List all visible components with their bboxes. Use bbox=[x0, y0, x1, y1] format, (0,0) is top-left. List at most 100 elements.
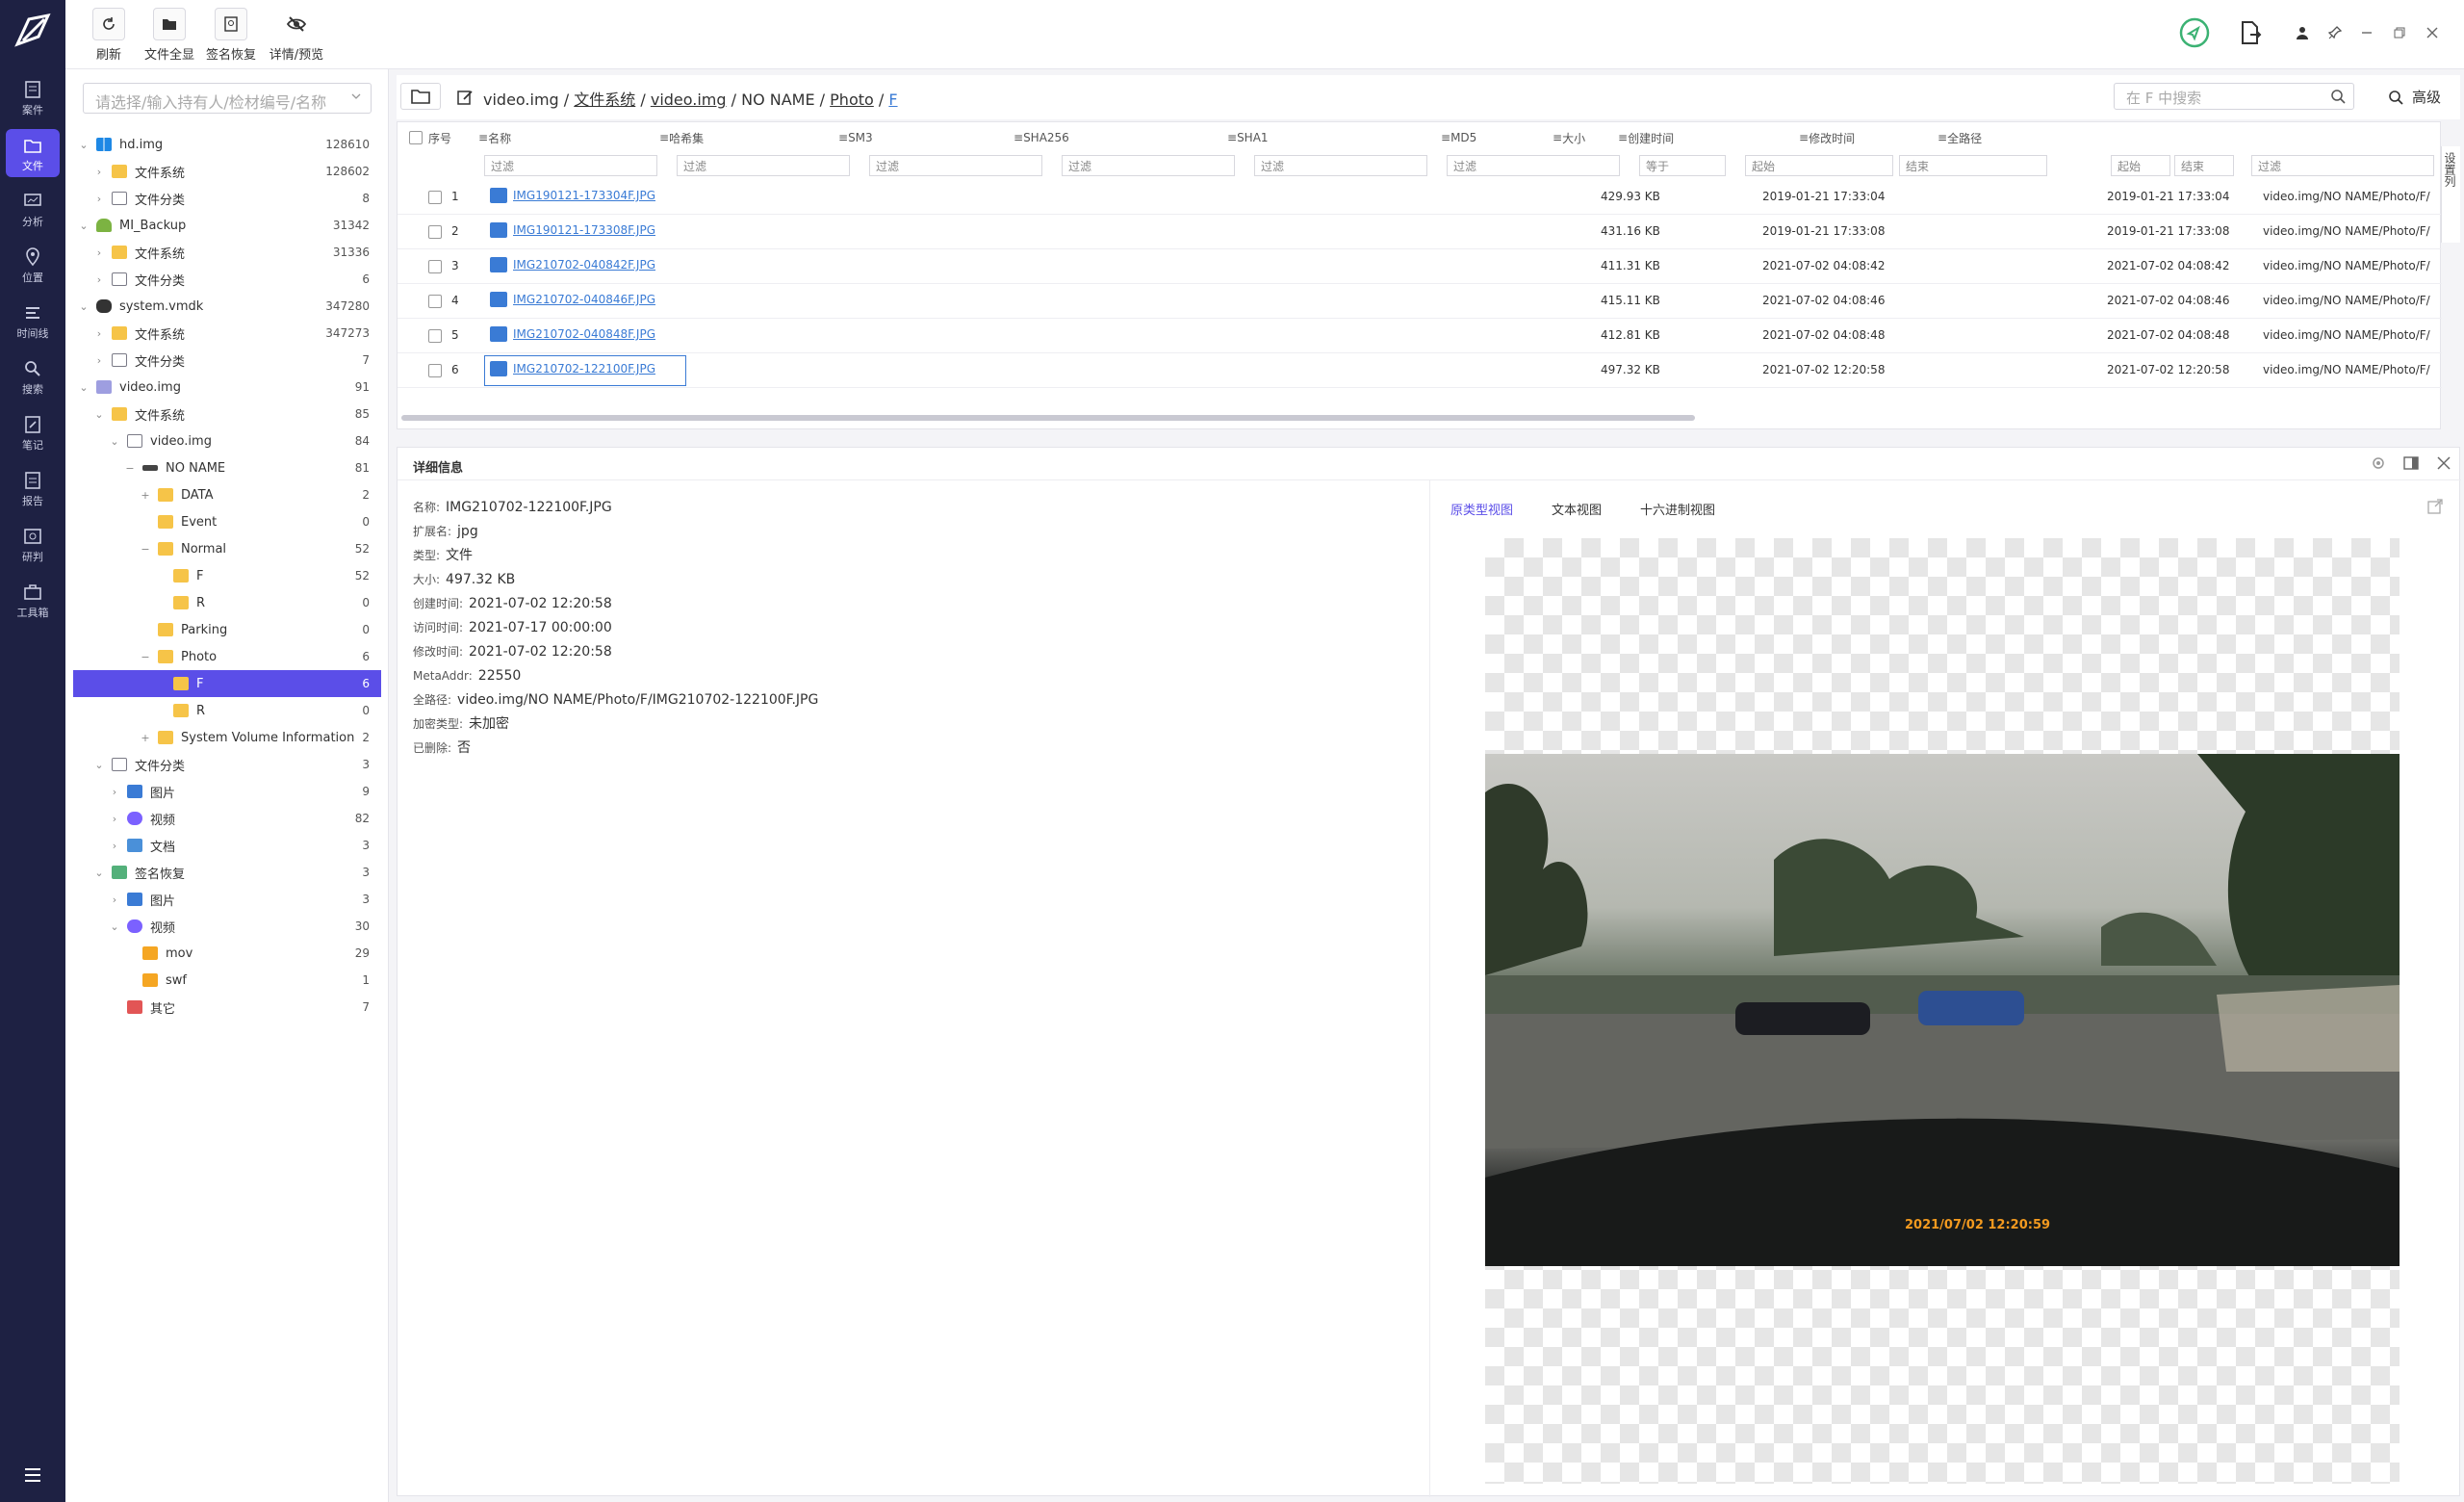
tree-toggle-icon[interactable]: › bbox=[92, 272, 106, 286]
tree-toggle-icon[interactable]: ⌄ bbox=[92, 407, 106, 421]
column-filter-input[interactable]: 结束 bbox=[1899, 155, 2047, 176]
table-row[interactable]: 1 IMG190121-173304F.JPG 429.93 KB 2019-01-2… bbox=[398, 180, 2442, 215]
tree-toggle-icon[interactable]: ⌄ bbox=[108, 434, 121, 448]
tree-node[interactable]: › 文件系统 128602 bbox=[73, 158, 381, 185]
close-window-icon[interactable] bbox=[2426, 26, 2439, 39]
show-all-files-button[interactable]: 文件全显 bbox=[135, 8, 204, 65]
advanced-search-button[interactable]: 高级 bbox=[2388, 87, 2441, 107]
tree-toggle-icon[interactable]: ⌄ bbox=[77, 380, 90, 394]
open-external-icon[interactable] bbox=[2426, 498, 2444, 515]
tree-toggle-icon[interactable]: › bbox=[108, 839, 121, 852]
row-checkbox[interactable] bbox=[428, 295, 442, 308]
tree-node[interactable]: › 文件分类 6 bbox=[73, 266, 381, 293]
column-filter-input[interactable]: 等于 bbox=[1639, 155, 1726, 176]
file-name-link[interactable]: IMG190121-173308F.JPG bbox=[490, 222, 655, 238]
tree-toggle-icon[interactable]: › bbox=[108, 812, 121, 825]
col-fullpath-header[interactable]: ≡ 全路径 bbox=[1938, 122, 1982, 153]
table-row[interactable]: 6 IMG210702-122100F.JPG 497.32 KB 2021-07-0… bbox=[398, 353, 2442, 388]
nav-toolbox[interactable]: 工具箱 bbox=[6, 576, 60, 624]
file-name-link[interactable]: IMG210702-040842F.JPG bbox=[490, 257, 655, 272]
tree-toggle-icon[interactable]: − bbox=[139, 542, 152, 556]
nav-location[interactable]: 位置 bbox=[6, 241, 60, 289]
breadcrumb-segment[interactable]: NO NAME bbox=[741, 91, 814, 109]
breadcrumb-segment[interactable]: 文件系统 bbox=[574, 91, 635, 109]
nav-file[interactable]: 文件 bbox=[6, 129, 60, 177]
select-all-checkbox[interactable] bbox=[409, 131, 423, 144]
tree-node[interactable]: ⌄ 视频 30 bbox=[73, 913, 381, 940]
column-filter-input[interactable]: 起始 bbox=[2111, 155, 2170, 176]
breadcrumb-segment[interactable]: Photo bbox=[830, 91, 874, 109]
tree-node[interactable]: ⌄ hd.img 128610 bbox=[73, 131, 381, 158]
tree-node[interactable]: + System Volume Information 2 bbox=[73, 724, 381, 751]
table-row[interactable]: 4 IMG210702-040846F.JPG 415.11 KB 2021-07-0… bbox=[398, 284, 2442, 319]
nav-case[interactable]: 案件 bbox=[6, 73, 60, 121]
tree-node[interactable]: − NO NAME 81 bbox=[73, 454, 381, 481]
tree-node[interactable]: Event 0 bbox=[73, 508, 381, 535]
breadcrumb-segment[interactable]: video.img bbox=[651, 91, 727, 109]
col-md5-header[interactable]: ≡ MD5 bbox=[1441, 122, 1476, 153]
restore-icon[interactable] bbox=[2393, 26, 2406, 39]
detail-preview-button[interactable]: 详情/预览 bbox=[256, 8, 337, 65]
column-filter-input[interactable]: 过滤 bbox=[484, 155, 657, 176]
tree-node[interactable]: + DATA 2 bbox=[73, 481, 381, 508]
hamburger-menu-icon[interactable] bbox=[21, 1463, 44, 1487]
tree-toggle-icon[interactable]: ⌄ bbox=[92, 758, 106, 771]
pin-icon[interactable] bbox=[2327, 25, 2343, 40]
col-sha256-header[interactable]: ≡ SHA256 bbox=[1014, 122, 1069, 153]
edit-path-icon[interactable] bbox=[456, 89, 474, 106]
close-icon[interactable] bbox=[2436, 455, 2451, 471]
row-checkbox[interactable] bbox=[428, 191, 442, 204]
tree-node[interactable]: mov 29 bbox=[73, 940, 381, 967]
nav-analysis[interactable]: 分析 bbox=[6, 185, 60, 233]
breadcrumb-segment[interactable]: video.img bbox=[483, 91, 559, 109]
tree-node[interactable]: › 文件分类 8 bbox=[73, 185, 381, 212]
evidence-search-input[interactable]: 请选择/输入持有人/检材编号/名称 bbox=[83, 83, 372, 114]
nav-report[interactable]: 报告 bbox=[6, 464, 60, 512]
nav-note[interactable]: 笔记 bbox=[6, 408, 60, 456]
tree-toggle-icon[interactable]: ⌄ bbox=[92, 866, 106, 879]
column-settings-tab[interactable]: 设置列 bbox=[2441, 146, 2460, 243]
tree-toggle-icon[interactable]: › bbox=[92, 353, 106, 367]
col-size-header[interactable]: ≡ 大小 bbox=[1553, 122, 1585, 153]
col-sm3-header[interactable]: ≡ SM3 bbox=[838, 122, 873, 153]
export-file-icon[interactable] bbox=[2239, 20, 2262, 45]
nav-judge[interactable]: 研判 bbox=[6, 520, 60, 568]
nav-search[interactable]: 搜索 bbox=[6, 352, 60, 401]
column-filter-input[interactable]: 过滤 bbox=[677, 155, 850, 176]
tree-node[interactable]: R0 bbox=[73, 589, 381, 616]
column-filter-input[interactable]: 过滤 bbox=[2251, 155, 2434, 176]
tree-node[interactable]: ⌄ 文件分类 3 bbox=[73, 751, 381, 778]
tree-node[interactable]: › 图片 9 bbox=[73, 778, 381, 805]
tree-node[interactable]: − Photo 6 bbox=[73, 643, 381, 670]
tree-node[interactable]: F 52 bbox=[73, 562, 381, 589]
settings-icon[interactable] bbox=[2371, 455, 2386, 471]
user-icon[interactable] bbox=[2295, 25, 2310, 40]
tree-node[interactable]: ⌄ 文件系统 85 bbox=[73, 401, 381, 427]
tree-toggle-icon[interactable]: ⌄ bbox=[108, 919, 121, 933]
tree-toggle-icon[interactable]: − bbox=[139, 650, 152, 663]
tab-hex-view[interactable]: 十六进制视图 bbox=[1640, 500, 1715, 518]
tree-toggle-icon[interactable]: › bbox=[92, 165, 106, 178]
file-name-link[interactable]: IMG210702-122100F.JPG bbox=[490, 361, 655, 376]
tree-toggle-icon[interactable]: › bbox=[92, 246, 106, 259]
col-sha1-header[interactable]: ≡ SHA1 bbox=[1227, 122, 1269, 153]
tree-node[interactable]: R0 bbox=[73, 697, 381, 724]
tree-toggle-icon[interactable]: − bbox=[123, 461, 137, 475]
tree-node[interactable]: ⌄ MI_Backup 31342 bbox=[73, 212, 381, 239]
tree-node[interactable]: − Normal 52 bbox=[73, 535, 381, 562]
tree-toggle-icon[interactable]: ⌄ bbox=[77, 138, 90, 151]
tree-node[interactable]: › 文件系统 31336 bbox=[73, 239, 381, 266]
tree-toggle-icon[interactable]: › bbox=[108, 893, 121, 906]
tree-toggle-icon[interactable]: + bbox=[139, 488, 152, 502]
tree-toggle-icon[interactable]: ⌄ bbox=[77, 299, 90, 313]
tree-toggle-icon[interactable]: › bbox=[92, 326, 106, 340]
col-index-header[interactable]: 序号 bbox=[428, 122, 451, 153]
col-ctime-header[interactable]: ≡ 创建时间 bbox=[1618, 122, 1674, 153]
tree-node[interactable]: › 文件分类 7 bbox=[73, 347, 381, 374]
tree-toggle-icon[interactable]: + bbox=[139, 731, 152, 744]
tree-node[interactable]: 其它 7 bbox=[73, 994, 381, 1021]
minimize-icon[interactable] bbox=[2360, 26, 2374, 39]
folder-search-input[interactable]: 在 F 中搜索 bbox=[2114, 83, 2354, 110]
file-name-link[interactable]: IMG210702-040846F.JPG bbox=[490, 292, 655, 307]
refresh-button[interactable]: 刷新 bbox=[85, 8, 133, 65]
